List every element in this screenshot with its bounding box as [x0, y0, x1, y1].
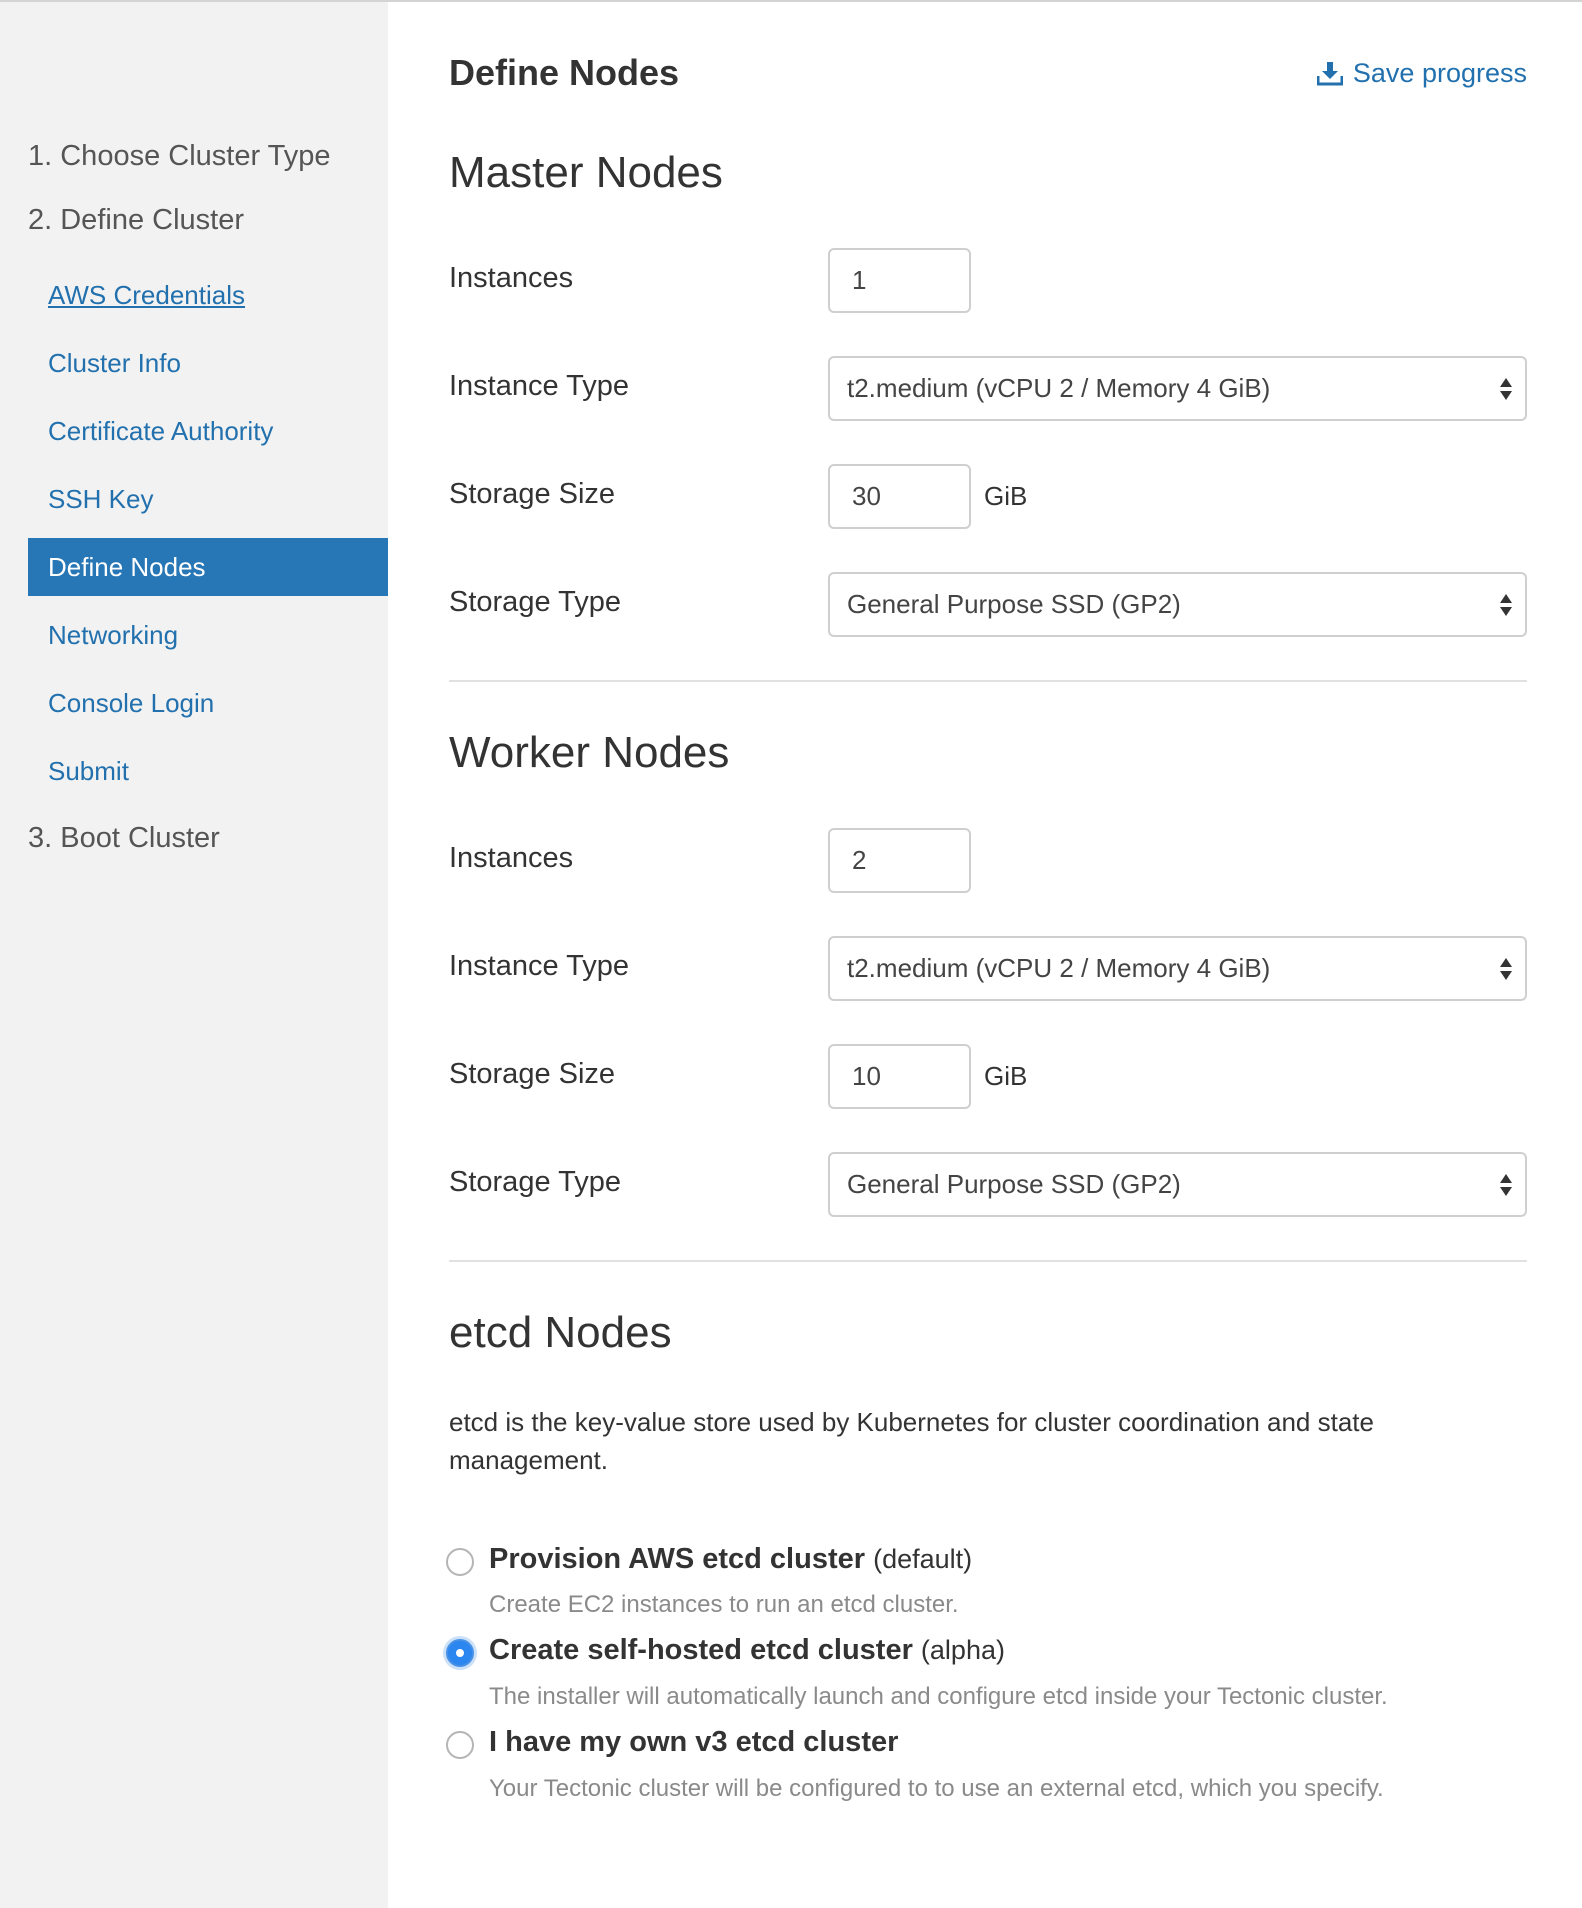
- sidebar-item-aws-credentials[interactable]: AWS Credentials: [28, 266, 388, 324]
- option-provision-aws-etcd-desc: Create EC2 instances to run an etcd clus…: [489, 1591, 959, 1618]
- option-tag: (alpha): [920, 1635, 1005, 1665]
- step-define-cluster[interactable]: 2. Define Cluster: [28, 204, 244, 237]
- select-arrows-icon: [1500, 957, 1512, 980]
- sidebar-item-ssh-key[interactable]: SSH Key: [28, 470, 388, 528]
- master-storage-size-unit: GiB: [984, 481, 1028, 511]
- save-progress-link[interactable]: Save progress: [1316, 58, 1527, 89]
- master-storage-type-value: General Purpose SSD (GP2): [847, 589, 1181, 619]
- master-nodes-title: Master Nodes: [449, 148, 723, 197]
- worker-storage-size-unit: GiB: [984, 1061, 1028, 1091]
- main-content: Define Nodes Save progress Master Nodes …: [446, 0, 1527, 1908]
- sidebar-item-console-login[interactable]: Console Login: [28, 674, 388, 732]
- worker-nodes-title: Worker Nodes: [449, 728, 730, 777]
- worker-storage-type-select[interactable]: General Purpose SSD (GP2): [828, 1152, 1527, 1217]
- master-storage-type-label: Storage Type: [449, 586, 621, 618]
- sidebar-item-cluster-info[interactable]: Cluster Info: [28, 334, 388, 392]
- etcd-description: etcd is the key-value store used by Kube…: [449, 1407, 1374, 1475]
- master-instance-type-select[interactable]: t2.medium (vCPU 2 / Memory 4 GiB): [828, 356, 1527, 421]
- section-divider: [449, 680, 1527, 682]
- master-storage-size-label: Storage Size: [449, 478, 616, 510]
- worker-instance-type-value: t2.medium (vCPU 2 / Memory 4 GiB): [847, 953, 1271, 983]
- download-icon: [1316, 61, 1343, 85]
- option-own-v3-etcd-desc: Your Tectonic cluster will be configured…: [489, 1775, 1384, 1802]
- option-provision-aws-etcd[interactable]: Provision AWS etcd cluster (default): [489, 1543, 972, 1576]
- sidebar-item-define-nodes[interactable]: Define Nodes: [28, 538, 388, 596]
- sidebar-item-submit[interactable]: Submit: [28, 742, 388, 800]
- worker-instance-type-label: Instance Type: [449, 950, 630, 982]
- wizard-sidebar: 1. Choose Cluster Type 2. Define Cluster…: [0, 2, 388, 1908]
- radio-self-hosted-etcd[interactable]: [446, 1639, 474, 1667]
- master-storage-size-value: 30: [852, 481, 881, 511]
- section-divider: [449, 1260, 1527, 1262]
- master-instances-value: 1: [852, 265, 867, 295]
- sidebar-item-networking[interactable]: Networking: [28, 606, 388, 664]
- master-instance-type-value: t2.medium (vCPU 2 / Memory 4 GiB): [847, 373, 1271, 403]
- option-self-hosted-etcd[interactable]: Create self-hosted etcd cluster (alpha): [489, 1634, 1005, 1667]
- select-arrows-icon: [1500, 1173, 1512, 1196]
- worker-storage-size-value: 10: [852, 1061, 881, 1091]
- worker-instances-input[interactable]: 2: [828, 828, 971, 893]
- worker-instances-value: 2: [852, 845, 867, 875]
- option-tag: (default): [873, 1544, 973, 1574]
- worker-storage-type-value: General Purpose SSD (GP2): [847, 1169, 1181, 1199]
- option-title: I have my own v3 etcd cluster: [489, 1726, 899, 1758]
- master-instances-label: Instances: [449, 262, 574, 294]
- select-arrows-icon: [1500, 377, 1512, 400]
- master-instance-type-label: Instance Type: [449, 370, 630, 402]
- page-title: Define Nodes: [449, 52, 680, 93]
- option-own-v3-etcd[interactable]: I have my own v3 etcd cluster: [489, 1726, 898, 1759]
- option-title: Create self-hosted etcd cluster: [489, 1634, 913, 1666]
- master-storage-size-input[interactable]: 30: [828, 464, 971, 529]
- option-self-hosted-etcd-desc: The installer will automatically launch …: [489, 1683, 1388, 1710]
- step-choose-cluster-type[interactable]: 1. Choose Cluster Type: [28, 140, 331, 173]
- radio-provision-aws-etcd[interactable]: [446, 1548, 474, 1576]
- etcd-nodes-title: etcd Nodes: [449, 1308, 672, 1357]
- radio-own-v3-etcd[interactable]: [446, 1731, 474, 1759]
- sidebar-item-certificate-authority[interactable]: Certificate Authority: [28, 402, 388, 460]
- save-progress-label: Save progress: [1352, 58, 1527, 88]
- step-boot-cluster[interactable]: 3. Boot Cluster: [28, 822, 220, 855]
- worker-instances-label: Instances: [449, 842, 574, 874]
- worker-storage-type-label: Storage Type: [449, 1166, 621, 1198]
- master-storage-type-select[interactable]: General Purpose SSD (GP2): [828, 572, 1527, 637]
- select-arrows-icon: [1500, 593, 1512, 616]
- worker-storage-size-label: Storage Size: [449, 1058, 616, 1090]
- master-instances-input[interactable]: 1: [828, 248, 971, 313]
- option-title: Provision AWS etcd cluster: [489, 1543, 866, 1575]
- worker-storage-size-input[interactable]: 10: [828, 1044, 971, 1109]
- worker-instance-type-select[interactable]: t2.medium (vCPU 2 / Memory 4 GiB): [828, 936, 1527, 1001]
